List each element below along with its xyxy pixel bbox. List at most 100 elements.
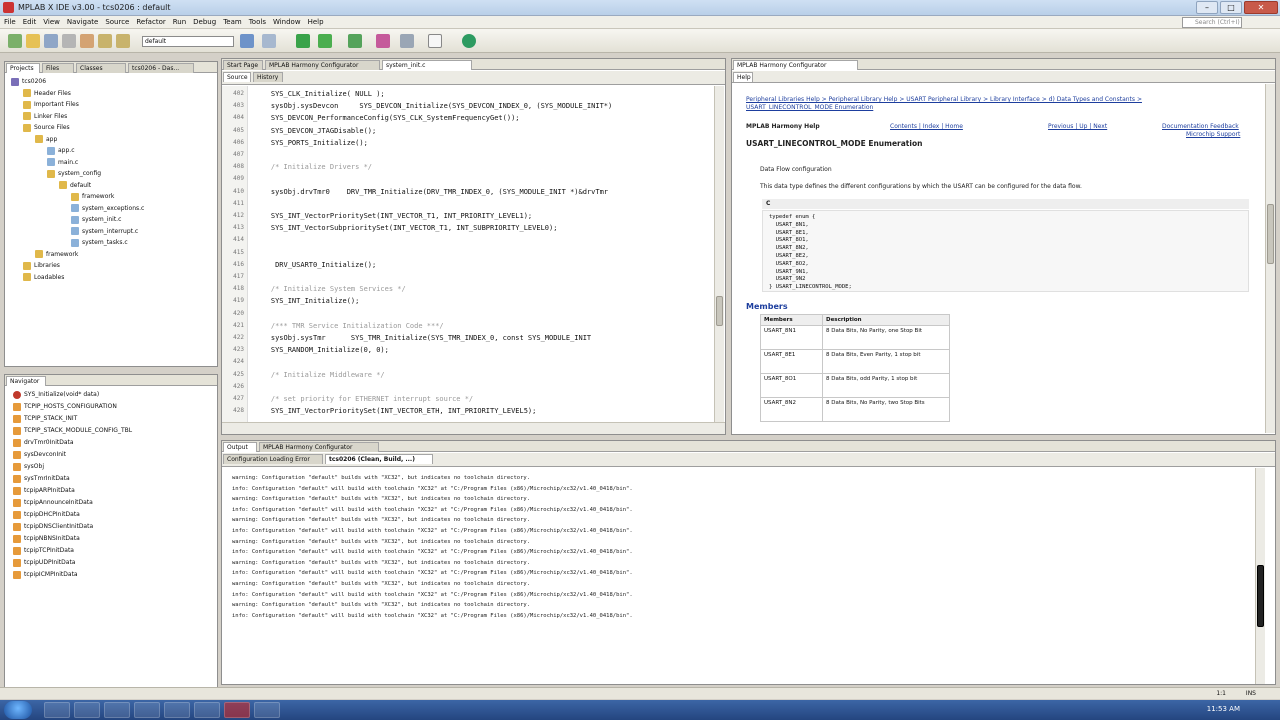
help-feedback-link[interactable]: Documentation Feedback <box>1162 123 1239 130</box>
project-tree-item[interactable]: Header Files <box>23 88 71 100</box>
tab-build-output[interactable]: tcs0206 (Clean, Build, ...) <box>325 454 433 464</box>
project-tree-item[interactable]: app <box>35 134 57 146</box>
code-line[interactable]: SYS_CLK_Initialize( NULL ); <box>254 88 710 100</box>
hold-in-reset-icon[interactable] <box>400 34 414 48</box>
code-line[interactable]: SYS_INT_VectorSubprioritySet(INT_VECTOR_… <box>254 222 710 234</box>
navigator-item[interactable]: TCPIP_STACK_MODULE_CONFIG_TBL <box>13 425 132 437</box>
menu-team[interactable]: Team <box>219 16 245 26</box>
tab-files[interactable]: Files <box>42 63 74 73</box>
menu-refactor[interactable]: Refactor <box>132 16 168 26</box>
search-input[interactable]: Search (Ctrl+I) <box>1182 17 1242 28</box>
menu-view[interactable]: View <box>39 16 63 26</box>
navigator-item[interactable]: TCPIP_HOSTS_CONFIGURATION <box>13 401 117 413</box>
editor-hscrollbar[interactable] <box>222 422 725 434</box>
editor-scroll-thumb[interactable] <box>716 296 723 326</box>
minimize-button[interactable]: – <box>1196 1 1218 14</box>
undo-icon[interactable] <box>98 34 112 48</box>
navigator-item[interactable]: tcpipDNSClientInitData <box>13 521 93 533</box>
menu-tools[interactable]: Tools <box>245 16 269 26</box>
menu-window[interactable]: Window <box>269 16 304 26</box>
menu-navigate[interactable]: Navigate <box>63 16 101 26</box>
taskbar-app2-icon[interactable] <box>194 702 220 718</box>
tab-config-loading-error[interactable]: Configuration Loading Error <box>223 454 323 464</box>
debug-icon[interactable] <box>318 34 332 48</box>
menu-file[interactable]: File <box>0 16 19 26</box>
menu-run[interactable]: Run <box>169 16 189 26</box>
project-tree-item[interactable]: default <box>59 180 91 192</box>
harmony-configurator-title[interactable]: MPLAB Harmony Configurator <box>733 60 858 70</box>
project-tree-item[interactable]: system_config <box>47 168 101 180</box>
menu-source[interactable]: Source <box>101 16 132 26</box>
close-project-icon[interactable] <box>62 34 76 48</box>
menu-edit[interactable]: Edit <box>19 16 40 26</box>
code-line[interactable]: /* Initialize Middleware */ <box>254 369 710 381</box>
menu-debug[interactable]: Debug <box>189 16 219 26</box>
code-line[interactable]: SYS_PORTS_Initialize(); <box>254 137 710 149</box>
project-tree-item[interactable]: framework <box>35 249 78 261</box>
help-support-link[interactable]: Microchip Support <box>1186 131 1240 138</box>
project-tree-item[interactable]: Loadables <box>23 272 64 284</box>
taskbar-app-icon[interactable] <box>134 702 160 718</box>
help-nav-prev-next[interactable]: Previous | Up | Next <box>1048 123 1107 130</box>
maximize-button[interactable]: □ <box>1220 1 1242 14</box>
navigator-item[interactable]: drvTmr0InitData <box>13 437 74 449</box>
project-tree-item[interactable]: system_init.c <box>71 214 121 226</box>
project-tree-item[interactable]: Important Files <box>23 99 79 111</box>
subtab-history[interactable]: History <box>253 72 283 82</box>
code-line[interactable]: SYS_INT_VectorPrioritySet(INT_VECTOR_ETH… <box>254 405 710 417</box>
tab-projects[interactable]: Projects <box>6 63 40 73</box>
help-scroll-thumb[interactable] <box>1267 204 1274 264</box>
navigator-item[interactable]: sysObj <box>13 461 44 473</box>
code-line[interactable]: /* Initialize Drivers */ <box>254 161 710 173</box>
project-tree-item[interactable]: tcs0206 <box>11 76 46 88</box>
help-breadcrumb[interactable]: Peripheral Libraries Help > Peripheral L… <box>746 96 1256 103</box>
output-scroll-thumb[interactable] <box>1257 565 1264 627</box>
tab-output-harmony[interactable]: MPLAB Harmony Configurator <box>259 442 379 452</box>
code-line[interactable]: DRV_USART0_Initialize(); <box>254 259 710 271</box>
project-tree-item[interactable]: system_exceptions.c <box>71 203 144 215</box>
save-all-icon[interactable] <box>44 34 58 48</box>
tab-output[interactable]: Output <box>223 442 257 452</box>
navigator-item[interactable]: TCPIP_STACK_INIT <box>13 413 77 425</box>
project-tree-item[interactable]: app.c <box>47 145 75 157</box>
clean-build-icon[interactable] <box>262 34 276 48</box>
navigator-item[interactable]: SYS_Initialize(void* data) <box>13 389 99 401</box>
help-nav-contents[interactable]: Contents | Index | Home <box>890 123 963 130</box>
navigator-item[interactable]: tcpipTCPInitData <box>13 545 74 557</box>
code-line[interactable]: SYS_DEVCON_PerformanceConfig(SYS_CLK_Sys… <box>254 112 710 124</box>
code-line[interactable]: sysObj.drvTmr0 DRV_TMR_Initialize(DRV_TM… <box>254 186 710 198</box>
project-tree-item[interactable]: system_tasks.c <box>71 237 128 249</box>
configuration-select[interactable]: default <box>142 36 234 47</box>
tab-classes[interactable]: Classes <box>76 63 126 73</box>
help-breadcrumb-current[interactable]: USART_LINECONTROL_MODE Enumeration <box>746 104 873 111</box>
tab-start-page[interactable]: Start Page <box>223 60 263 70</box>
new-project-icon[interactable] <box>8 34 22 48</box>
run-icon[interactable] <box>296 34 310 48</box>
project-tree-item[interactable]: framework <box>71 191 114 203</box>
project-tree-item[interactable]: Linker Files <box>23 111 67 123</box>
output-scrollbar[interactable] <box>1255 468 1265 684</box>
code-line[interactable]: sysObj.sysDevcon SYS_DEVCON_Initialize(S… <box>254 100 710 112</box>
navigator-item[interactable]: tcpipDHCPInitData <box>13 509 80 521</box>
code-line[interactable]: sysObj.sysTmr SYS_TMR_Initialize(SYS_TMR… <box>254 332 710 344</box>
code-line[interactable]: SYS_INT_VectorPrioritySet(INT_VECTOR_T1,… <box>254 210 710 222</box>
navigator-item[interactable]: tcpipNBNSInitData <box>13 533 80 545</box>
cut-icon[interactable] <box>80 34 94 48</box>
close-button[interactable]: ✕ <box>1244 1 1278 14</box>
navigator-item[interactable]: tcpipICMPInitData <box>13 569 78 581</box>
project-tree-item[interactable]: Source Files <box>23 122 70 134</box>
taskbar-app3-icon[interactable] <box>254 702 280 718</box>
code-line[interactable]: SYS_INT_Initialize(); <box>254 295 710 307</box>
redo-icon[interactable] <box>116 34 130 48</box>
navigator-item[interactable]: sysDevconInit <box>13 449 66 461</box>
tab-harmony-configurator[interactable]: MPLAB Harmony Configurator <box>265 60 380 70</box>
code-line[interactable]: /* set priority for ETHERNET interrupt s… <box>254 393 710 405</box>
help-scrollbar[interactable] <box>1265 84 1275 433</box>
code-line[interactable]: SYS_DEVCON_JTAGDisable(); <box>254 125 710 137</box>
code-line[interactable]: /*** TMR Service Initialization Code ***… <box>254 320 710 332</box>
tab-system-init[interactable]: system_init.c <box>382 60 472 70</box>
code-line[interactable]: SYS_RANDOM_Initialize(0, 0); <box>254 344 710 356</box>
build-icon[interactable] <box>240 34 254 48</box>
taskbar-explorer-icon[interactable] <box>74 702 100 718</box>
project-tree-item[interactable]: Libraries <box>23 260 60 272</box>
